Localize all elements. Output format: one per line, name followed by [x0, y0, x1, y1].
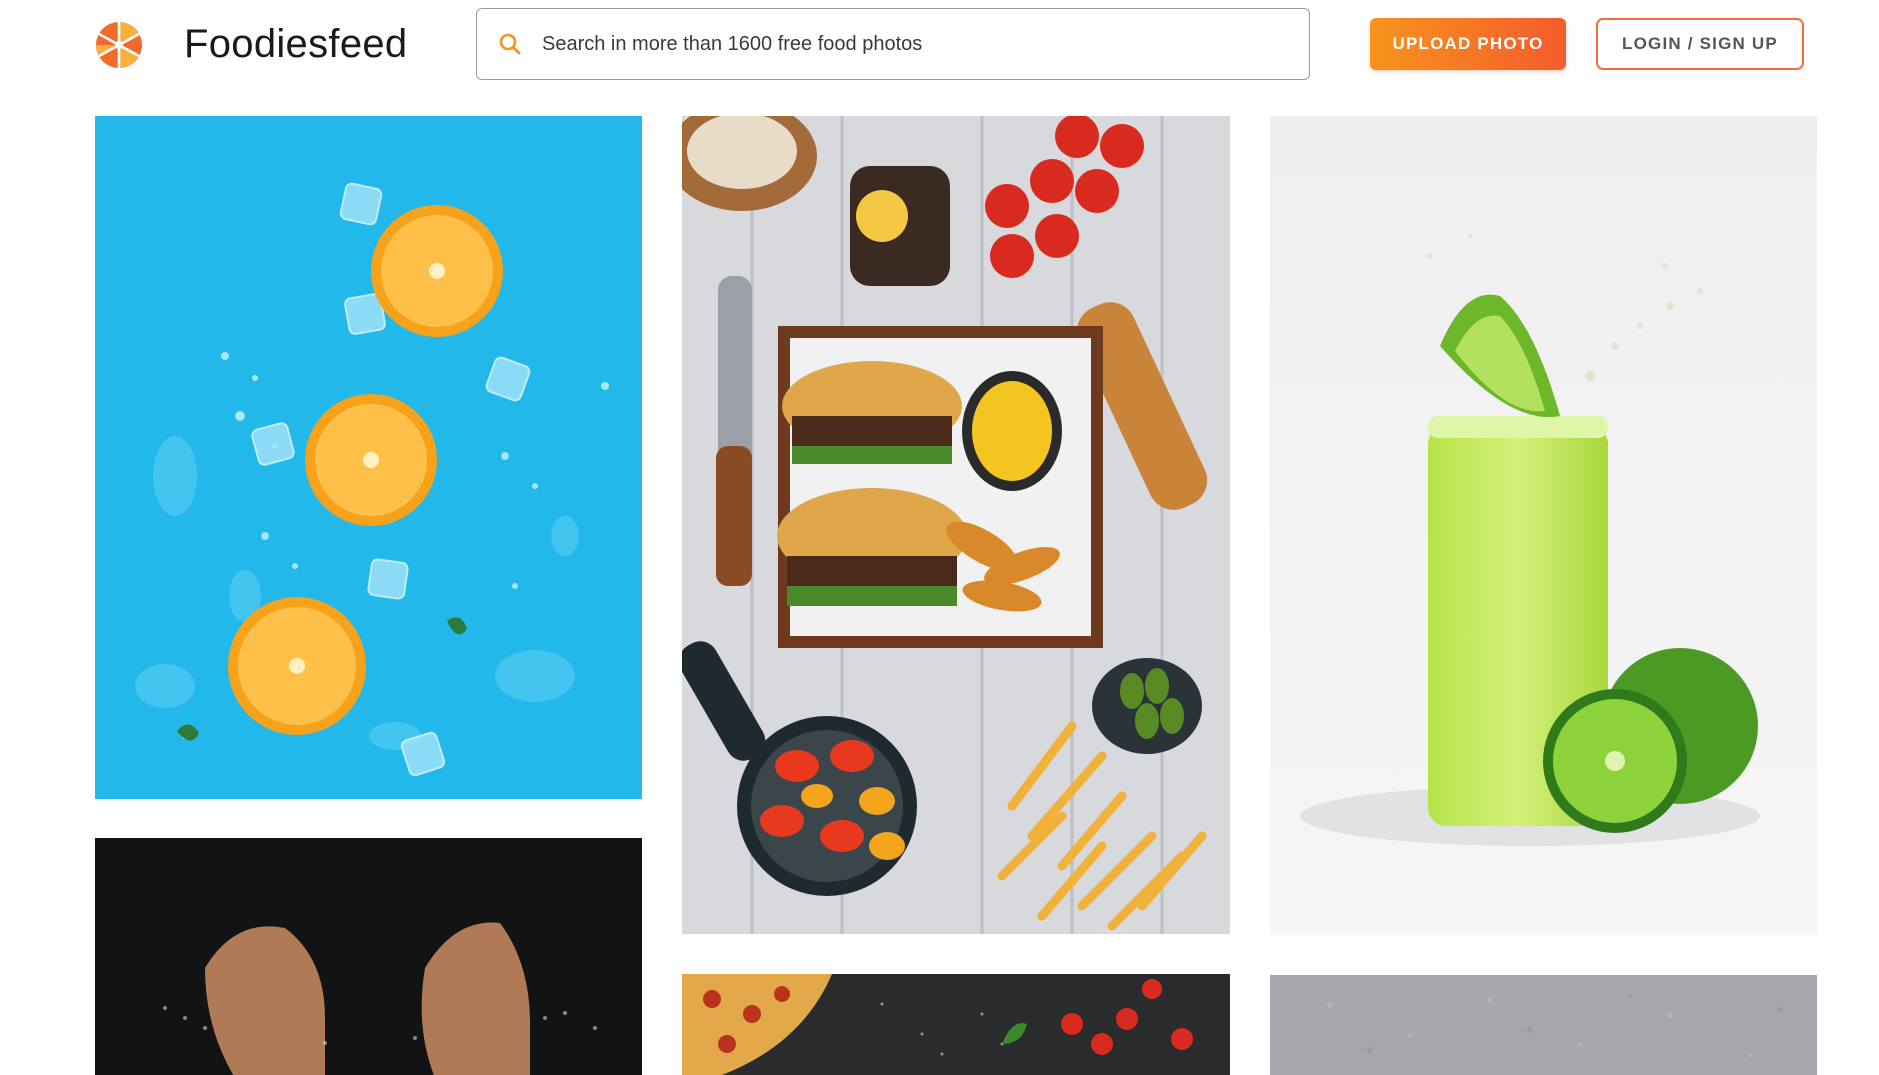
photo-lime-juice[interactable]	[1270, 116, 1817, 935]
photo-pizza-tomatoes[interactable]	[682, 974, 1230, 1075]
brand-name[interactable]: Foodiesfeed	[184, 20, 407, 68]
login-signup-button[interactable]: LOGIN / SIGN UP	[1596, 18, 1804, 70]
photo-grey-stone[interactable]	[1270, 975, 1817, 1075]
logo-aperture-icon[interactable]	[95, 21, 143, 69]
photo-flour-hands[interactable]	[95, 838, 642, 1075]
search-input[interactable]	[542, 32, 1309, 56]
photo-oranges[interactable]	[95, 116, 642, 799]
photo-burgers-table[interactable]	[682, 116, 1230, 934]
upload-photo-button[interactable]: UPLOAD PHOTO	[1370, 18, 1566, 70]
search-bar[interactable]	[476, 8, 1310, 80]
site-header: Foodiesfeed UPLOAD PHOTO LOGIN / SIGN UP	[0, 0, 1879, 96]
search-icon	[498, 32, 522, 56]
